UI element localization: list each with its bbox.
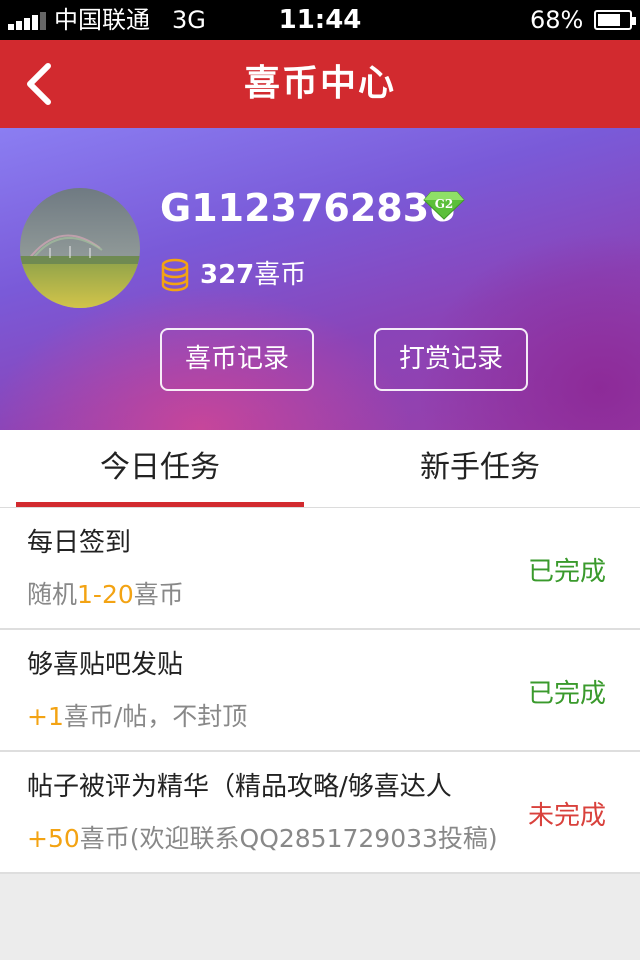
level-badge: G2: [423, 190, 465, 220]
page-title: 喜币中心: [243, 63, 396, 104]
username: G1123762836: [160, 186, 456, 230]
task-status: 未完成: [527, 801, 606, 831]
task-status: 已完成: [527, 679, 606, 709]
battery-icon: [594, 10, 636, 30]
coin-balance: 327喜币: [200, 258, 306, 292]
task-reward-suffix: 喜币(欢迎联系QQ2851729033投稿): [79, 824, 498, 853]
task-list: 每日签到 随机1-20喜币 已完成 够喜贴吧发贴 +1喜币/帖，不封顶 已完成 …: [0, 508, 640, 874]
task-reward: +1喜币/帖，不封顶: [27, 700, 247, 734]
tab-newbie-tasks[interactable]: 新手任务: [336, 430, 624, 508]
task-item-daily-checkin[interactable]: 每日签到 随机1-20喜币 已完成: [0, 508, 640, 630]
reward-record-button[interactable]: 打赏记录: [374, 328, 528, 391]
battery-percent: 68%: [530, 6, 584, 34]
task-reward-amount: 1-20: [77, 580, 134, 609]
nav-bar: 喜币中心: [0, 40, 640, 128]
level-label: G2: [434, 197, 454, 211]
task-reward-suffix: 喜币: [133, 580, 184, 609]
task-reward-suffix: 喜币/帖，不封顶: [63, 702, 248, 731]
task-title: 帖子被评为精华（精品攻略/够喜达人: [27, 772, 452, 802]
task-reward: 随机1-20喜币: [27, 578, 184, 612]
tab-today-tasks[interactable]: 今日任务: [16, 430, 304, 508]
task-reward-amount: +50: [27, 824, 80, 853]
task-title: 够喜贴吧发贴: [27, 650, 184, 680]
task-reward: +50喜币(欢迎联系QQ2851729033投稿): [27, 822, 498, 856]
active-tab-indicator: [16, 502, 304, 507]
task-reward-amount: +1: [27, 702, 64, 731]
task-title: 每日签到: [27, 528, 132, 558]
task-reward-prefix: 随机: [27, 580, 78, 609]
task-item-forum-post[interactable]: 够喜贴吧发贴 +1喜币/帖，不封顶 已完成: [0, 630, 640, 752]
coin-balance-value: 327: [200, 260, 255, 290]
task-status: 已完成: [527, 557, 606, 587]
avatar-landscape-image: [20, 188, 140, 308]
profile-header: G1123762836 G2 327喜币 喜币记录 打赏记录: [0, 128, 640, 430]
coin-record-button[interactable]: 喜币记录: [160, 328, 314, 391]
task-tabs: 今日任务 新手任务: [0, 430, 640, 508]
avatar[interactable]: [20, 188, 140, 308]
coin-stack-icon: [161, 258, 189, 292]
status-bar: 中国联通 3G 11:44 68%: [0, 0, 640, 40]
task-item-featured-post[interactable]: 帖子被评为精华（精品攻略/够喜达人 +50喜币(欢迎联系QQ2851729033…: [0, 752, 640, 874]
coin-balance-unit: 喜币: [254, 260, 307, 290]
